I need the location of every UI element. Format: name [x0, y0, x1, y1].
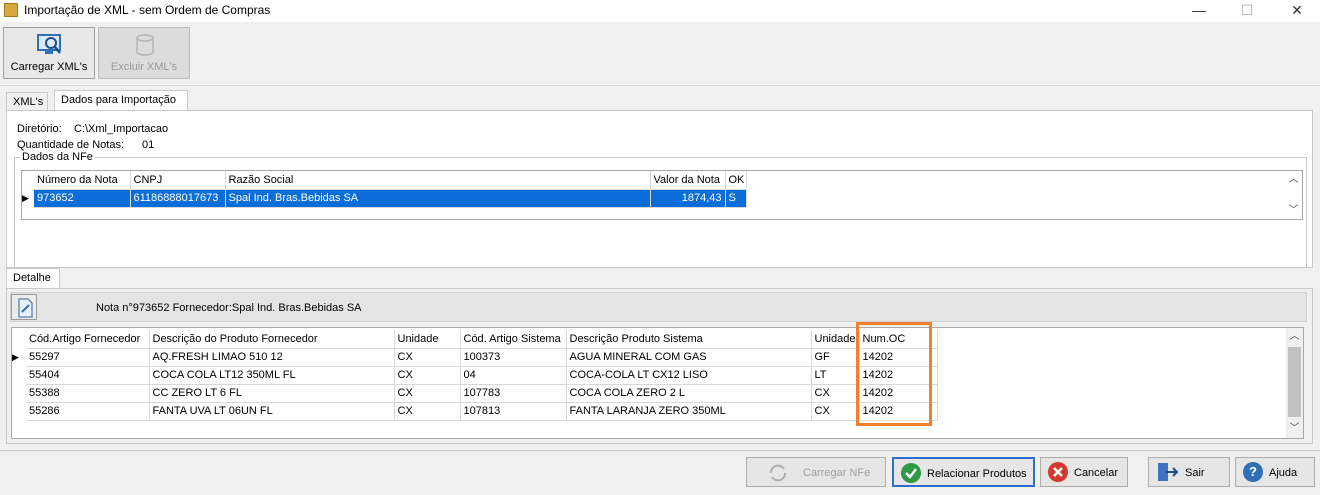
relate-products-label: Relacionar Produtos: [927, 468, 1027, 480]
nfe-cell[interactable]: 973652: [34, 189, 131, 208]
edit-document-icon: [18, 298, 33, 318]
scroll-down-icon[interactable]: ﹀: [1285, 202, 1302, 219]
quantity-label: Quantidade de Notas:: [17, 139, 125, 151]
delete-xml-label: Excluir XML's: [110, 61, 178, 73]
close-button[interactable]: ✕: [1274, 0, 1320, 22]
load-nfe-label: Carregar NFe: [803, 467, 871, 479]
detail-cell[interactable]: 100373: [460, 348, 567, 367]
tab-xmls[interactable]: XML's: [6, 92, 48, 111]
load-xml-button[interactable]: Carregar XML's: [3, 27, 95, 79]
detail-cell[interactable]: FANTA UVA LT 06UN FL: [149, 402, 395, 421]
detail-cell[interactable]: 55297: [26, 348, 150, 367]
help-label: Ajuda: [1269, 467, 1298, 479]
nfe-cell[interactable]: 61186888017673: [130, 189, 226, 208]
table-row[interactable]: ▶ 973652 61186888017673 Spal Ind. Bras.B…: [22, 189, 747, 208]
nfe-col-header[interactable]: Valor da Nota: [650, 171, 726, 190]
detail-cell[interactable]: CX: [811, 402, 860, 421]
tab-detalhe[interactable]: Detalhe: [6, 268, 60, 289]
detail-cell[interactable]: COCA COLA LT12 350ML FL: [149, 366, 395, 385]
detail-cell[interactable]: 55286: [26, 402, 150, 421]
nfe-cell[interactable]: 1874,43: [650, 189, 726, 208]
detail-col-header[interactable]: Cód.Artigo Fornecedor: [26, 330, 150, 349]
num-oc-highlight: [856, 322, 932, 426]
table-row[interactable]: 55404 COCA COLA LT12 350ML FL CX 04 COCA…: [12, 366, 938, 385]
nfe-col-header[interactable]: CNPJ: [130, 171, 226, 190]
check-icon: [901, 463, 921, 483]
detail-cell[interactable]: CC ZERO LT 6 FL: [149, 384, 395, 403]
load-nfe-button[interactable]: Carregar NFe: [746, 457, 886, 487]
detail-cell[interactable]: COCA COLA ZERO 2 L: [566, 384, 812, 403]
scroll-up-icon[interactable]: ︿: [1285, 171, 1302, 188]
detail-cell[interactable]: COCA-COLA LT CX12 LISO: [566, 366, 812, 385]
detail-cell[interactable]: CX: [811, 384, 860, 403]
nfe-scrollbar[interactable]: ︿ ﹀: [1285, 171, 1302, 219]
detail-cell[interactable]: CX: [394, 348, 461, 367]
title-bar: Importação de XML - sem Ordem de Compras…: [0, 0, 1320, 22]
nfe-cell[interactable]: S: [725, 189, 747, 208]
refresh-icon: [770, 464, 786, 482]
exit-label: Sair: [1185, 467, 1205, 479]
table-row[interactable]: ▶ 55297 AQ.FRESH LIMAO 510 12 CX 100373 …: [12, 348, 938, 367]
detail-cell[interactable]: GF: [811, 348, 860, 367]
detail-cell[interactable]: LT: [811, 366, 860, 385]
detail-col-header[interactable]: Unidade: [811, 330, 860, 349]
detail-col-header[interactable]: Cód. Artigo Sistema: [460, 330, 567, 349]
quantity-value: 01: [142, 139, 155, 151]
nfe-cell[interactable]: Spal Ind. Bras.Bebidas SA: [225, 189, 651, 208]
detail-col-header[interactable]: Descrição Produto Sistema: [566, 330, 812, 349]
row-indicator-icon: ▶: [22, 189, 34, 207]
minimize-button[interactable]: —: [1176, 0, 1222, 22]
detail-cell[interactable]: CX: [394, 366, 461, 385]
nfe-col-header[interactable]: OK: [725, 171, 747, 190]
tab-dados-importacao[interactable]: Dados para Importação: [54, 90, 188, 111]
detail-header-row: Cód.Artigo Fornecedor Descrição do Produ…: [12, 330, 938, 349]
detail-cell[interactable]: 55404: [26, 366, 150, 385]
detail-cell[interactable]: AGUA MINERAL COM GAS: [566, 348, 812, 367]
directory-value: C:\Xml_Importacao: [74, 123, 169, 135]
help-icon: ?: [1243, 462, 1263, 482]
exit-button[interactable]: Sair: [1148, 457, 1230, 487]
cancel-label: Cancelar: [1074, 467, 1119, 479]
detail-col-header[interactable]: Unidade: [394, 330, 461, 349]
detail-grid: Cód.Artigo Fornecedor Descrição do Produ…: [11, 327, 1304, 439]
cancel-icon: [1048, 462, 1068, 482]
detail-cell[interactable]: FANTA LARANJA ZERO 350ML: [566, 402, 812, 421]
toolbar: [0, 22, 1320, 86]
detail-cell[interactable]: 55388: [26, 384, 150, 403]
note-info-text: Nota n°973652 Fornecedor:Spal Ind. Bras.…: [96, 302, 362, 314]
detail-cell[interactable]: 04: [460, 366, 567, 385]
detail-col-header[interactable]: Descrição do Produto Fornecedor: [149, 330, 395, 349]
detail-cell[interactable]: 107783: [460, 384, 567, 403]
scroll-down-icon[interactable]: ﹀: [1286, 420, 1303, 437]
nfe-col-header[interactable]: Número da Nota: [34, 171, 131, 190]
detail-cell[interactable]: CX: [394, 402, 461, 421]
row-indicator-icon: ▶: [12, 351, 19, 362]
detail-cell[interactable]: CX: [394, 384, 461, 403]
nfe-header-row: Número da Nota CNPJ Razão Social Valor d…: [22, 171, 747, 190]
nfe-col-header[interactable]: Razão Social: [225, 171, 651, 190]
scrollbar-thumb[interactable]: [1288, 347, 1301, 417]
window-title: Importação de XML - sem Ordem de Compras: [24, 3, 271, 17]
relate-products-button[interactable]: Relacionar Produtos: [892, 457, 1035, 487]
load-xml-label: Carregar XML's: [10, 61, 88, 73]
footer-divider: [0, 450, 1320, 451]
detail-scrollbar[interactable]: ︿ ﹀: [1286, 328, 1303, 438]
exit-door-icon: [1158, 463, 1179, 481]
app-icon: [4, 3, 18, 17]
delete-xml-button[interactable]: Excluir XML's: [98, 27, 190, 79]
table-row[interactable]: 55388 CC ZERO LT 6 FL CX 107783 COCA COL…: [12, 384, 938, 403]
directory-label: Diretório:: [17, 123, 62, 135]
edit-note-button[interactable]: [11, 294, 37, 320]
maximize-button[interactable]: ☐: [1224, 0, 1270, 22]
nfe-group-title: Dados da NFe: [20, 151, 95, 163]
detail-cell[interactable]: 107813: [460, 402, 567, 421]
detail-cell[interactable]: AQ.FRESH LIMAO 510 12: [149, 348, 395, 367]
nfe-grid: Número da Nota CNPJ Razão Social Valor d…: [21, 170, 1303, 220]
database-icon: [136, 34, 154, 56]
monitor-search-icon: [37, 34, 61, 54]
help-button[interactable]: ? Ajuda: [1235, 457, 1315, 487]
table-row[interactable]: 55286 FANTA UVA LT 06UN FL CX 107813 FAN…: [12, 402, 938, 421]
cancel-button[interactable]: Cancelar: [1040, 457, 1128, 487]
scroll-up-icon[interactable]: ︿: [1286, 328, 1303, 345]
